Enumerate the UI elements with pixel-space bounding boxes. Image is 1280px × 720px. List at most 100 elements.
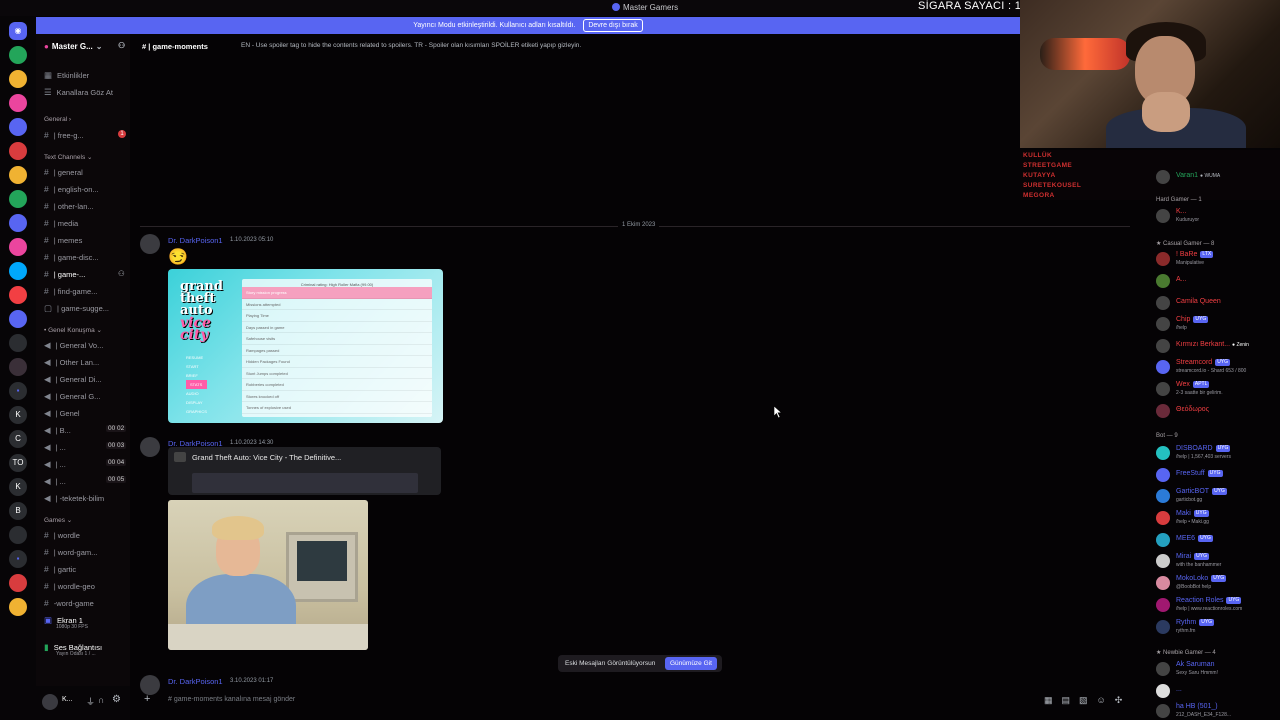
server-icon[interactable] — [9, 142, 27, 160]
member-status: garticbot.gg — [1176, 497, 1203, 503]
message-author[interactable]: Dr. DarkPoison1 — [168, 236, 223, 245]
gif-icon[interactable]: ▤ — [1062, 695, 1080, 705]
headphones-icon[interactable]: ∩ — [98, 695, 104, 705]
home-icon[interactable]: ◉ — [9, 22, 27, 40]
speaker-icon: ◀ — [44, 357, 51, 367]
avatar[interactable] — [42, 694, 58, 710]
channel-gartic[interactable]: # | gartic — [44, 564, 76, 574]
channel-wordle-geo[interactable]: # | wordle-geo — [44, 581, 95, 591]
server-icon[interactable] — [9, 358, 27, 376]
message-author[interactable]: Dr. DarkPoison1 — [168, 677, 223, 686]
server-letter-icon[interactable]: K — [9, 478, 27, 496]
server-letter-icon[interactable]: K — [9, 406, 27, 424]
avatar[interactable] — [140, 234, 160, 254]
server-letter-icon[interactable]: C — [9, 430, 27, 448]
server-icon[interactable] — [9, 310, 27, 328]
member-name: Chip UYG — [1176, 316, 1209, 323]
channel-word-game-2[interactable]: # -word-game — [44, 598, 94, 608]
play-icon[interactable] — [174, 452, 186, 462]
gta-vice-city-stats-image[interactable]: grand theft auto vice city RESUME START BRI… — [168, 269, 443, 423]
events-link[interactable]: ▦ Etkinlikler — [44, 70, 89, 81]
voice-channel[interactable]: ◀ | Genel — [44, 408, 80, 419]
server-icon[interactable] — [9, 46, 27, 64]
old-messages-label: Eski Mesajları Görüntülüyorsun — [565, 660, 656, 667]
server-icon[interactable] — [9, 238, 27, 256]
voice-channel[interactable]: ◀ | -teketek-bilim — [44, 493, 104, 504]
server-icon[interactable]: ▪ — [9, 382, 27, 400]
disable-streamer-mode-button[interactable]: Devre dışı bırak — [583, 19, 643, 32]
voice-channel[interactable]: ◀ | General Vo... — [44, 340, 103, 351]
avatar — [1156, 360, 1170, 374]
sticker-icon[interactable]: ▧ — [1079, 695, 1097, 705]
server-icon[interactable] — [9, 166, 27, 184]
server-icon[interactable] — [9, 190, 27, 208]
voice-channel[interactable]: ◀ | B... 00 02 — [44, 425, 127, 436]
signal-icon: ▮ — [44, 642, 49, 652]
server-icon[interactable] — [9, 574, 27, 592]
hash-icon: # — [44, 252, 49, 262]
server-icon[interactable] — [9, 526, 27, 544]
apps-icon[interactable]: ✣ — [1115, 695, 1132, 705]
avatar[interactable] — [140, 437, 160, 457]
jump-to-present-button[interactable]: Günümüze Git — [665, 657, 717, 670]
avatar — [1156, 511, 1170, 525]
emoji-icon[interactable]: ☺ — [1097, 695, 1115, 705]
server-icon[interactable] — [9, 118, 27, 136]
channel-wordle[interactable]: # | wordle — [44, 530, 80, 540]
voice-channel[interactable]: ◀ | ... 00 04 — [44, 459, 127, 470]
category-games[interactable]: Games ⌄ — [44, 516, 72, 524]
role-header: ★ Casual Gamer — 8 — [1156, 241, 1215, 247]
voice-channel[interactable]: ◀ | General Di... — [44, 374, 102, 385]
invite-people-icon[interactable]: ⚇ — [118, 41, 125, 50]
server-icon[interactable] — [9, 94, 27, 112]
channel-media[interactable]: # | media — [44, 218, 78, 228]
voice-channel[interactable]: ◀ | Other Lan... — [44, 357, 99, 368]
channel-other-languages[interactable]: # | other-lan... — [44, 201, 94, 211]
channel-free-games[interactable]: # | free-g... 1 — [44, 130, 126, 140]
member-name: MokoLoko UYG — [1176, 575, 1227, 582]
channel-find-game[interactable]: # | find-game... — [44, 286, 97, 296]
voice-channel[interactable]: ◀ | General G... — [44, 391, 100, 402]
channel-game-moments[interactable]: # | game-... ⚇ — [40, 266, 130, 279]
video-preview — [192, 473, 418, 493]
server-letter-icon[interactable]: B — [9, 502, 27, 520]
channel-general[interactable]: # | general — [44, 167, 83, 177]
settings-gear-icon[interactable]: ⚙ — [112, 694, 121, 705]
server-icon[interactable] — [9, 598, 27, 616]
browse-channels-link[interactable]: ☰ Kanallara Göz At — [44, 87, 113, 98]
server-name-header[interactable]: ● Master G... ⌄ ⚇ — [44, 41, 125, 51]
video-title[interactable]: Grand Theft Auto: Vice City - The Defini… — [192, 453, 341, 462]
channel-game-suggestions[interactable]: ▢ | game-sugge... — [44, 303, 109, 314]
channel-game-discussion[interactable]: # | game-disc... — [44, 252, 99, 262]
category-text-channels[interactable]: Text Channels ⌄ — [44, 153, 92, 161]
server-list: ◉ ▪ K C TO K B ▪ — [0, 16, 36, 720]
mic-icon[interactable]: ⏚ — [86, 695, 95, 708]
server-icon[interactable] — [9, 286, 27, 304]
gift-icon[interactable]: ▦ — [1044, 695, 1062, 705]
category-general[interactable]: General › — [44, 116, 71, 123]
channel-topic[interactable]: EN - Use spoiler tag to hide the content… — [241, 42, 581, 49]
channel-word-game[interactable]: # | word-gam... — [44, 547, 97, 557]
server-letter-icon[interactable]: TO — [9, 454, 27, 472]
server-icon[interactable]: ▪ — [9, 550, 27, 568]
add-attachment-icon[interactable]: + — [144, 693, 150, 705]
member-name: Maki UYG — [1176, 510, 1209, 517]
category-genel-konusma[interactable]: • Genel Konuşma ⌄ — [44, 326, 102, 334]
message-input-placeholder: # game-moments kanalına mesaj gönder — [168, 696, 296, 703]
add-member-icon[interactable]: ⚇ — [118, 269, 125, 278]
avatar — [1156, 317, 1170, 331]
message-input[interactable]: + # game-moments kanalına mesaj gönder ▦… — [140, 691, 1140, 709]
hash-icon: # — [44, 547, 49, 557]
server-icon[interactable] — [9, 214, 27, 232]
avatar — [1156, 489, 1170, 503]
server-icon[interactable] — [9, 70, 27, 88]
video-embed[interactable]: Grand Theft Auto: Vice City - The Defini… — [168, 447, 441, 495]
webcam-overlay — [1020, 0, 1280, 148]
voice-channel[interactable]: ◀ | ... 00 05 — [44, 476, 127, 487]
server-icon[interactable] — [9, 334, 27, 352]
voice-channel[interactable]: ◀ | ... 00 03 — [44, 442, 127, 453]
kid-computer-gif[interactable] — [168, 500, 368, 650]
server-icon[interactable] — [9, 262, 27, 280]
channel-memes[interactable]: # | memes — [44, 235, 82, 245]
channel-english-only[interactable]: # | english-on... — [44, 184, 99, 194]
